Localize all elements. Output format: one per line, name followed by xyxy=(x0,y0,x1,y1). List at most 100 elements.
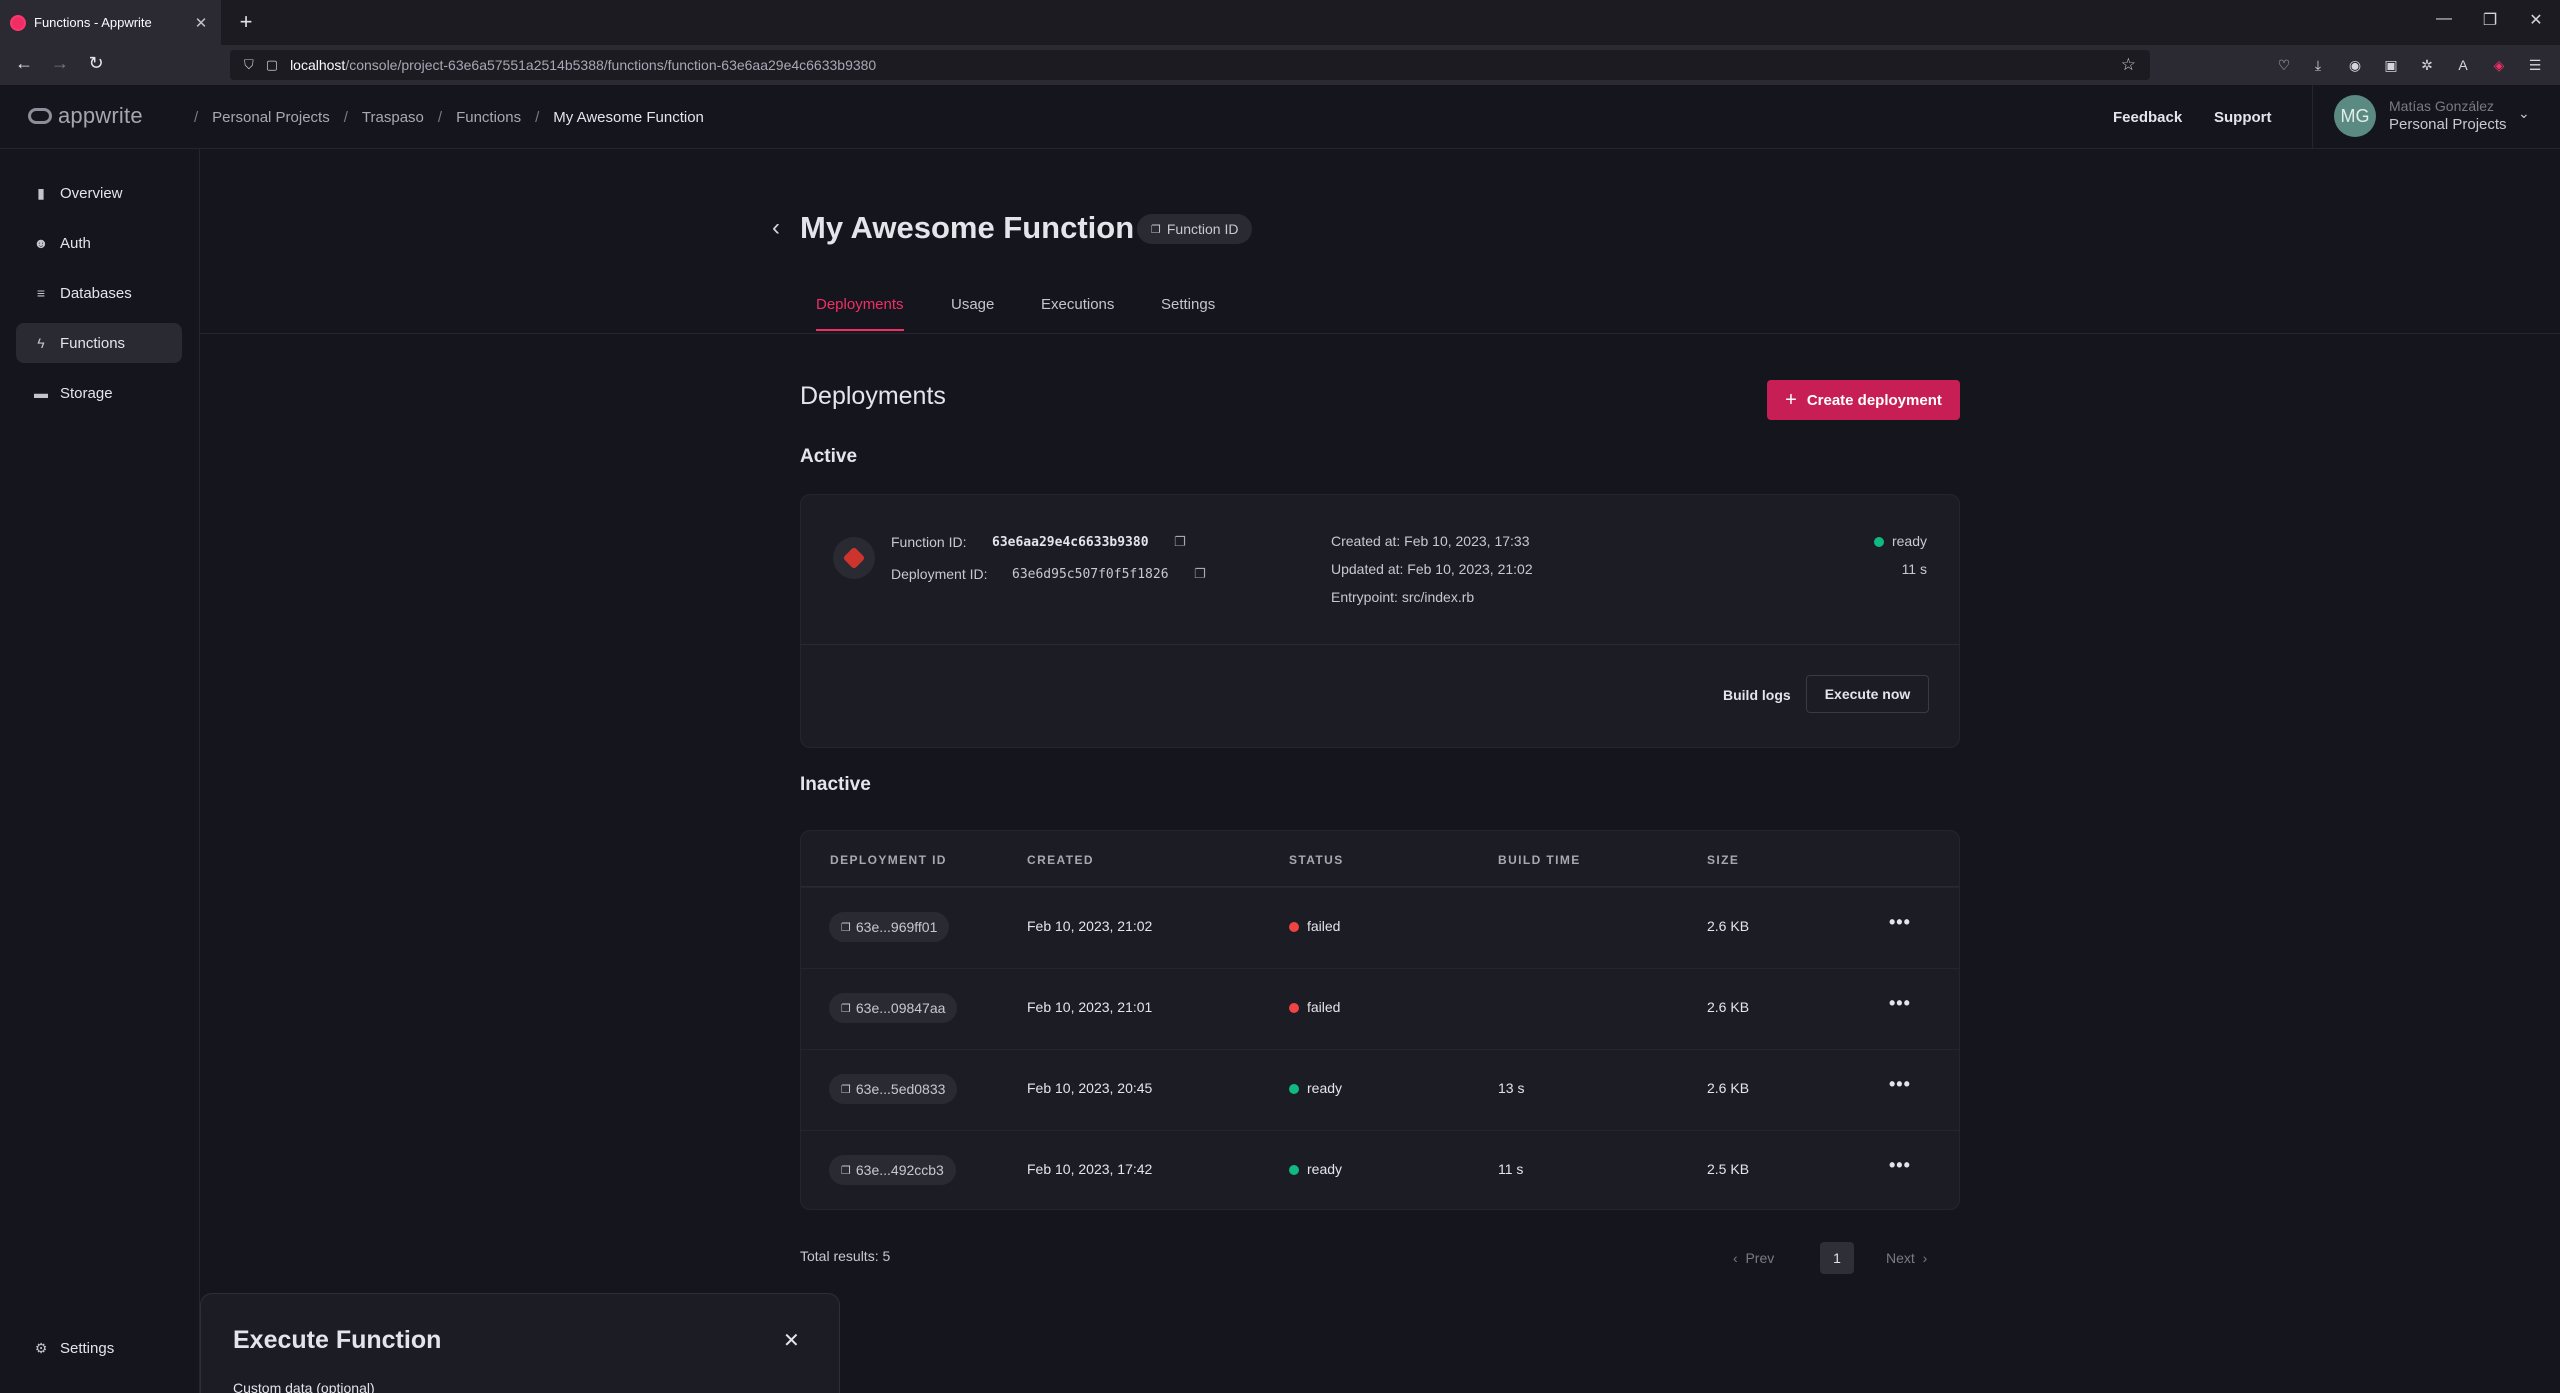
tab-settings[interactable]: Settings xyxy=(1161,296,1215,329)
status-cell: failed xyxy=(1289,918,1340,934)
plus-icon: + xyxy=(1785,388,1797,411)
sidebar-item-functions[interactable]: ϟ Functions xyxy=(16,323,182,363)
appwrite-logo[interactable]: appwrite xyxy=(28,103,143,129)
url-path: /console/project-63e6a57551a2514b5388/fu… xyxy=(345,57,877,73)
deployment-id-pill[interactable]: ❐ 63e...492ccb3 xyxy=(829,1155,956,1185)
breadcrumb-project[interactable]: Traspaso xyxy=(362,109,424,126)
execute-now-button[interactable]: Execute now xyxy=(1806,675,1929,713)
copy-icon: ❐ xyxy=(841,1002,851,1015)
build-time-cell: 11 s xyxy=(1498,1161,1524,1177)
browser-tab[interactable]: Functions - Appwrite ✕ xyxy=(0,0,221,45)
more-options-icon[interactable]: ••• xyxy=(1889,912,1911,933)
feedback-button[interactable]: Feedback xyxy=(2113,109,2182,126)
build-time: 11 s xyxy=(1901,561,1927,577)
menu-icon[interactable]: ☰ xyxy=(2525,55,2545,75)
minimize-icon[interactable]: — xyxy=(2432,10,2456,28)
extension-1-icon[interactable]: ◉ xyxy=(2345,55,2365,75)
browser-nav-bar: ← → ↻ ⛉ ▢ localhost /console/project-63e… xyxy=(0,45,2560,85)
tab-deployments[interactable]: Deployments xyxy=(816,296,904,331)
avatar[interactable]: MG xyxy=(2334,95,2376,137)
restore-icon[interactable]: ❐ xyxy=(2478,10,2502,30)
sidebar-item-storage[interactable]: ▬ Storage xyxy=(16,373,182,413)
sidebar-item-databases[interactable]: ≡ Databases xyxy=(16,273,182,313)
status-cell: ready xyxy=(1289,1080,1342,1096)
chevron-left-icon: ‹ xyxy=(1733,1250,1746,1266)
chevron-right-icon: › xyxy=(1914,1250,1928,1266)
breadcrumb-functions[interactable]: Functions xyxy=(456,109,521,126)
sidebar-item-settings[interactable]: ⚙ Settings xyxy=(16,1328,182,1368)
copy-icon[interactable]: ❐ xyxy=(1174,534,1186,550)
size-cell: 2.6 KB xyxy=(1707,918,1750,934)
sidebar-item-label: Databases xyxy=(60,284,132,302)
status-dot-icon xyxy=(1873,537,1884,548)
chevron-down-icon[interactable]: ⌄ xyxy=(2518,105,2530,122)
extension-2-icon[interactable]: ▣ xyxy=(2381,55,2401,75)
sidebar-item-auth[interactable]: ☻ Auth xyxy=(16,223,182,263)
tab-usage[interactable]: Usage xyxy=(951,296,994,329)
extension-3-icon[interactable]: ✲ xyxy=(2417,55,2437,75)
back-icon[interactable]: ← xyxy=(12,53,36,74)
function-id-tag[interactable]: ❐ Function ID xyxy=(1137,214,1253,244)
table-row[interactable]: ❐ 63e...492ccb3 Feb 10, 2023, 17:42 ready… xyxy=(801,1130,1959,1209)
status-badge: ready xyxy=(1873,533,1927,549)
table-row[interactable]: ❐ 63e...09847aa Feb 10, 2023, 21:01 faile… xyxy=(801,968,1959,1049)
support-button[interactable]: Support xyxy=(2214,109,2272,126)
url-host: localhost xyxy=(290,57,346,73)
more-options-icon[interactable]: ••• xyxy=(1889,1074,1911,1095)
next-page-button[interactable]: Next › xyxy=(1886,1250,1927,1266)
reload-icon[interactable]: ↻ xyxy=(84,53,108,74)
deployment-id-label: Deployment ID: xyxy=(891,566,988,582)
column-header: DEPLOYMENT ID xyxy=(830,853,947,867)
extension-5-icon[interactable]: ◈ xyxy=(2489,55,2509,75)
build-logs-button[interactable]: Build logs xyxy=(1723,687,1791,703)
column-header: SIZE xyxy=(1707,853,1740,867)
more-options-icon[interactable]: ••• xyxy=(1889,993,1911,1014)
close-tab-icon[interactable]: ✕ xyxy=(191,14,211,32)
deployment-id-pill[interactable]: ❐ 63e...969ff01 xyxy=(829,912,950,942)
status-dot-icon xyxy=(1289,1084,1299,1095)
download-icon[interactable]: ⤓ xyxy=(2308,55,2328,75)
more-options-icon[interactable]: ••• xyxy=(1889,1155,1911,1176)
tab-executions[interactable]: Executions xyxy=(1041,296,1114,329)
page-icon: ▢ xyxy=(265,57,279,72)
copy-icon: ❐ xyxy=(841,1164,851,1177)
window-close-icon[interactable]: ✕ xyxy=(2524,10,2548,30)
table-row[interactable]: ❐ 63e...5ed0833 Feb 10, 2023, 20:45 ready… xyxy=(801,1049,1959,1130)
header-divider xyxy=(2312,85,2313,149)
close-icon[interactable]: ✕ xyxy=(783,1328,800,1353)
back-chevron-icon[interactable]: ‹ xyxy=(772,214,780,242)
deployment-id-pill[interactable]: ❐ 63e...09847aa xyxy=(829,993,958,1023)
breadcrumb-separator: / xyxy=(194,109,199,126)
copy-icon: ❐ xyxy=(841,921,851,934)
page-number-button[interactable]: 1 xyxy=(1820,1242,1854,1274)
updated-at: Updated at: Feb 10, 2023, 21:02 xyxy=(1331,561,1533,577)
status-dot-icon xyxy=(1289,922,1299,933)
breadcrumb-separator: / xyxy=(343,109,348,126)
prev-page-button[interactable]: ‹ Prev xyxy=(1733,1250,1774,1266)
deployment-id-pill[interactable]: ❐ 63e...5ed0833 xyxy=(829,1074,958,1104)
sidebar-item-label: Storage xyxy=(60,384,113,402)
create-deployment-label: Create deployment xyxy=(1806,391,1942,409)
extension-4-icon[interactable]: A xyxy=(2453,55,2473,75)
breadcrumb-org[interactable]: Personal Projects xyxy=(212,109,330,126)
deployment-id-value: 63e6d95c507f0f5f1826 xyxy=(1012,567,1169,582)
size-cell: 2.6 KB xyxy=(1707,999,1750,1015)
function-tabs: Deployments Usage Executions Settings xyxy=(200,290,2560,334)
active-title: Active xyxy=(800,446,858,467)
active-deployment-card: Function ID: 63e6aa29e4c6633b9380 ❐ Depl… xyxy=(800,494,1960,748)
sidebar-item-label: Functions xyxy=(60,334,126,352)
table-row[interactable]: ❐ 63e...969ff01 Feb 10, 2023, 21:02 faile… xyxy=(801,887,1959,968)
tab-title: Functions - Appwrite xyxy=(34,15,152,30)
sidebar-item-label: Settings xyxy=(60,1339,115,1357)
pocket-icon[interactable]: ♡ xyxy=(2274,55,2294,75)
app-header: appwrite / Personal Projects / Traspaso … xyxy=(0,85,2560,149)
new-tab-button[interactable]: + xyxy=(234,9,258,35)
sidebar-item-overview[interactable]: ▮ Overview xyxy=(16,173,182,213)
copy-icon[interactable]: ❐ xyxy=(1194,566,1206,582)
forward-icon[interactable]: → xyxy=(48,53,72,74)
bookmark-star-icon[interactable]: ☆ xyxy=(2121,55,2136,75)
create-deployment-button[interactable]: + Create deployment xyxy=(1767,380,1960,420)
appwrite-logo-icon xyxy=(28,108,52,124)
copy-icon: ❐ xyxy=(841,1083,851,1096)
address-bar[interactable]: ⛉ ▢ localhost /console/project-63e6a5755… xyxy=(230,50,2150,80)
